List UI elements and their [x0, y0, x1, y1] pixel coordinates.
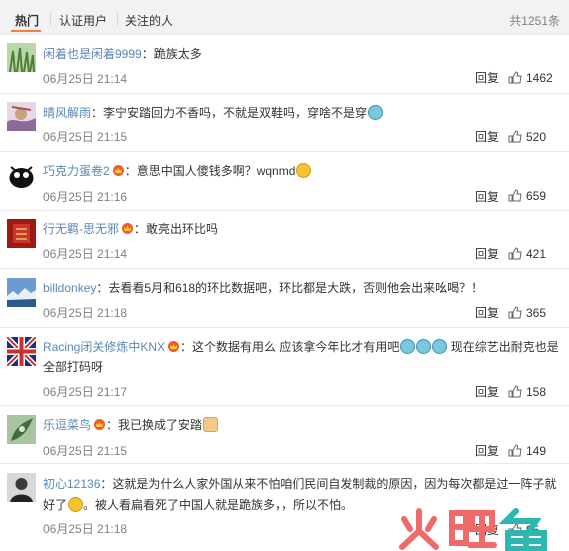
- tab-verified-users[interactable]: 认证用户: [59, 12, 107, 29]
- tab-divider: [50, 12, 51, 26]
- vip-crown-icon: [94, 419, 106, 430]
- comment-item: Racing闭关修炼中KNX ：这个数据有用么 应该拿今年比才有用吧 现在综艺出耐…: [0, 328, 569, 406]
- like-button[interactable]: 1462: [508, 71, 553, 85]
- comment-item: billdonkey：去看看5月和618的环比数据吧，环比都是大跌，否则他会出来…: [0, 269, 569, 328]
- comment-content: billdonkey：去看看5月和618的环比数据吧，环比都是大跌，否则他会出来…: [43, 281, 484, 295]
- comment-text: 这个数据有用么 应该拿今年比才有用吧: [192, 340, 400, 354]
- comment-text: 敢亮出环比吗: [146, 222, 219, 236]
- like-button[interactable]: 659: [508, 189, 546, 203]
- like-count: 659: [526, 189, 547, 203]
- vip-crown-icon: [122, 223, 133, 234]
- comment-text-continued: 。被人看扁看死了中国人就是跪族多，，所以不怕。: [83, 498, 354, 512]
- laughing-emoji-icon: [296, 163, 312, 178]
- comment-item: 晴风解雨：李宁安踏回力不香吗，不就是双鞋吗，穿啥不是穿 06月25日 21:15…: [0, 94, 569, 152]
- like-button[interactable]: 158: [508, 385, 546, 399]
- reply-button[interactable]: 回复: [475, 69, 499, 86]
- user-avatar[interactable]: [7, 278, 36, 307]
- like-count: 1462: [526, 71, 553, 85]
- like-count: 149: [526, 444, 547, 458]
- comment-item: 行无羁-思无邪 ：敢亮出环比吗 06月25日 21:14 回复 421: [0, 211, 569, 269]
- user-avatar[interactable]: [7, 219, 36, 248]
- thumbs-up-icon: [508, 71, 522, 84]
- user-avatar[interactable]: [7, 473, 36, 502]
- comment-content: Racing闭关修炼中KNX ：这个数据有用么 应该拿今年比才有用吧 现在综艺出耐…: [43, 339, 559, 374]
- comment-text: 我已换成了安踏: [118, 418, 203, 432]
- watermark-logo: [399, 508, 547, 551]
- comment-item: 闲着也是闲着9999：跪族太多 06月25日 21:14 回复 1462: [0, 35, 569, 94]
- comment-content: 乐逗菜鸟 ：我已换成了安踏: [43, 416, 219, 434]
- like-count: 158: [526, 385, 547, 399]
- username-link[interactable]: 巧克力蛋卷2: [43, 164, 110, 178]
- comment-timestamp: 06月25日 21:15: [43, 130, 128, 144]
- thumbs-up-icon: [508, 189, 522, 202]
- user-avatar[interactable]: [7, 43, 36, 72]
- like-button[interactable]: 421: [508, 247, 546, 261]
- laugh-cry-emoji-icon: [416, 339, 432, 354]
- user-avatar[interactable]: [7, 161, 36, 190]
- active-tab-indicator: [11, 30, 41, 32]
- username-link[interactable]: 乐逗菜鸟: [43, 418, 91, 432]
- thumbs-up-icon: [508, 444, 522, 457]
- comment-text: 李宁安踏回力不香吗，不就是双鞋吗，穿啥不是穿: [103, 106, 368, 120]
- comment-content: 行无羁-思无邪 ：敢亮出环比吗: [43, 222, 219, 236]
- username-link[interactable]: 初心12136: [43, 477, 100, 491]
- reply-button[interactable]: 回复: [475, 442, 499, 459]
- vip-crown-icon: [112, 165, 124, 176]
- vip-crown-icon: [168, 341, 180, 352]
- like-button[interactable]: 520: [508, 130, 546, 144]
- like-button[interactable]: 149: [508, 444, 546, 458]
- laugh-cry-emoji-icon: [400, 339, 416, 354]
- thumbs-up-icon: [508, 247, 522, 260]
- comment-content: 闲着也是闲着9999：跪族太多: [43, 47, 202, 61]
- comment-timestamp: 06月25日 21:18: [43, 522, 128, 536]
- username-link[interactable]: 晴风解雨: [43, 106, 91, 120]
- thumbs-up-icon: [508, 306, 522, 319]
- thumbs-up-icon: [508, 130, 522, 143]
- thumbs-up-icon: [508, 385, 522, 398]
- comment-timestamp: 06月25日 21:14: [43, 247, 128, 261]
- comment-filter-bar: 热门 认证用户 关注的人 共1251条: [0, 0, 569, 35]
- reply-button[interactable]: 回复: [475, 128, 499, 145]
- comment-text: 跪族太多: [153, 47, 202, 61]
- username-link[interactable]: 行无羁-思无邪: [43, 222, 119, 236]
- user-avatar[interactable]: [7, 102, 36, 131]
- like-count: 520: [526, 130, 547, 144]
- laugh-cry-emoji-icon: [432, 339, 448, 354]
- comment-item: 乐逗菜鸟 ：我已换成了安踏 06月25日 21:15 回复 149: [0, 406, 569, 464]
- comment-timestamp: 06月25日 21:14: [43, 72, 128, 86]
- comment-timestamp: 06月25日 21:18: [43, 306, 128, 320]
- comment-timestamp: 06月25日 21:17: [43, 385, 128, 399]
- reply-button[interactable]: 回复: [475, 245, 499, 262]
- reply-button[interactable]: 回复: [475, 383, 499, 400]
- username-link[interactable]: 闲着也是闲着9999: [43, 47, 142, 61]
- comment-content: 巧克力蛋卷2 ：意思中国人傻钱多啊？wqnmd: [43, 162, 312, 180]
- reply-button[interactable]: 回复: [475, 304, 499, 321]
- comment-timestamp: 06月25日 21:16: [43, 190, 128, 204]
- tab-divider: [117, 12, 118, 26]
- user-avatar[interactable]: [7, 415, 36, 444]
- comment-timestamp: 06月25日 21:15: [43, 444, 128, 458]
- comment-content: 晴风解雨：李宁安踏回力不香吗，不就是双鞋吗，穿啥不是穿: [43, 104, 384, 122]
- sad-emoji-icon: [68, 497, 84, 512]
- tab-hot[interactable]: 热门: [15, 12, 39, 29]
- user-avatar[interactable]: [7, 337, 36, 366]
- tab-following[interactable]: 关注的人: [125, 12, 173, 29]
- comment-item: 巧克力蛋卷2 ：意思中国人傻钱多啊？wqnmd 06月25日 21:16 回复 6…: [0, 152, 569, 211]
- comment-text: 去看看5月和618的环比数据吧，环比都是大跌，否则他会出来吆喝？！: [108, 281, 484, 295]
- reply-button[interactable]: 回复: [475, 188, 499, 205]
- like-count: 365: [526, 306, 547, 320]
- like-count: 421: [526, 247, 547, 261]
- face-emoji-icon: [368, 105, 384, 120]
- username-link[interactable]: Racing闭关修炼中KNX: [43, 340, 165, 354]
- username-link[interactable]: billdonkey: [43, 281, 96, 295]
- comment-text: 意思中国人傻钱多啊？wqnmd: [136, 164, 296, 178]
- total-comment-count: 共1251条: [509, 14, 560, 28]
- like-button[interactable]: 365: [508, 306, 546, 320]
- thumbs-up-emoji-icon: [203, 417, 219, 432]
